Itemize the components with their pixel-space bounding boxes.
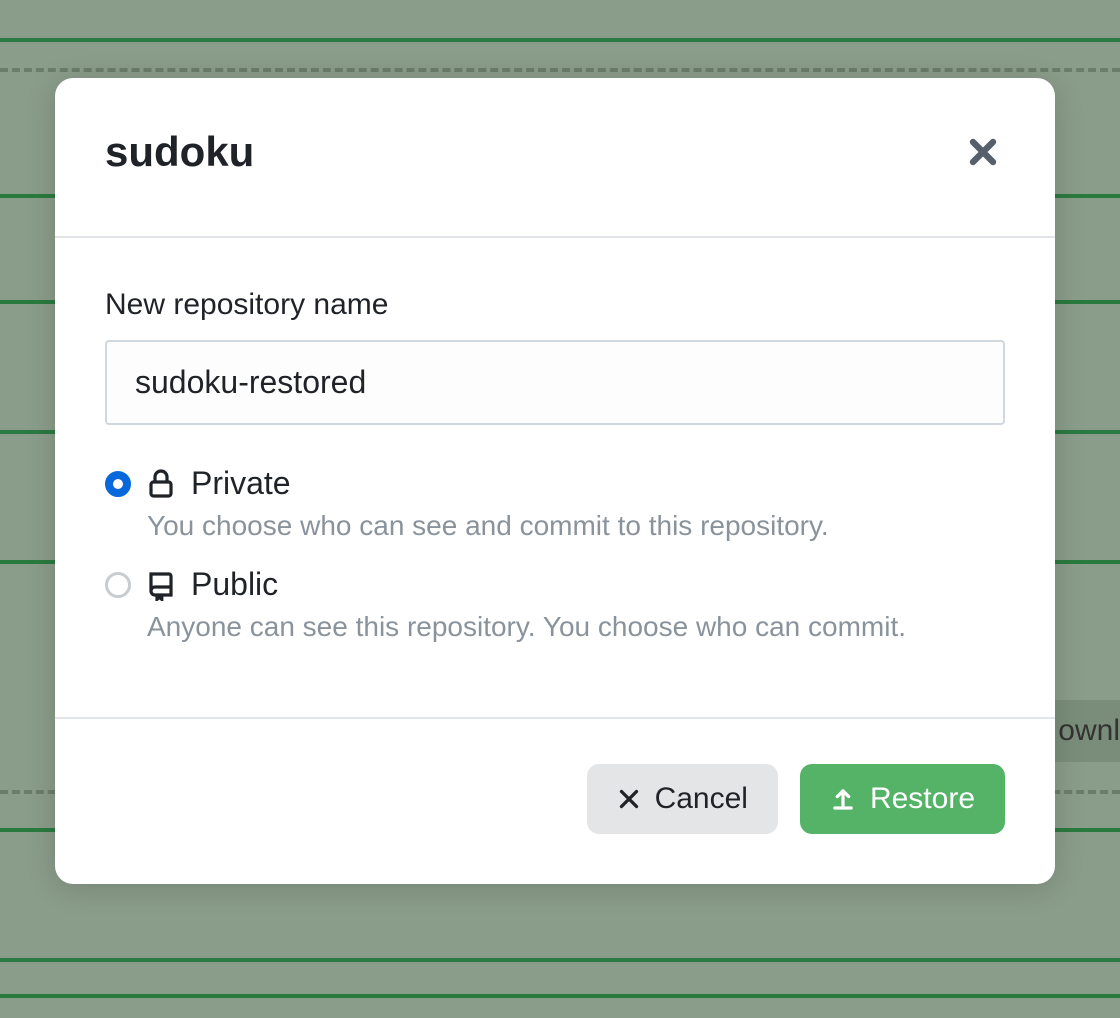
visibility-radio-group: Private You choose who can see and commi… (105, 465, 1005, 643)
cancel-button[interactable]: Cancel (587, 764, 778, 834)
modal-footer: Cancel Restore (55, 719, 1055, 884)
repo-icon (145, 569, 177, 601)
close-button[interactable] (961, 130, 1005, 174)
repo-name-label: New repository name (105, 288, 1005, 322)
x-icon (617, 787, 641, 811)
public-label: Public (191, 566, 278, 603)
close-icon (967, 136, 999, 168)
public-description: Anyone can see this repository. You choo… (147, 611, 1005, 643)
cancel-label: Cancel (655, 782, 748, 816)
repo-name-input[interactable] (105, 340, 1005, 425)
restore-label: Restore (870, 782, 975, 816)
radio-public[interactable] (105, 572, 131, 598)
visibility-option-private[interactable]: Private (105, 465, 1005, 502)
restore-button[interactable]: Restore (800, 764, 1005, 834)
private-label: Private (191, 465, 291, 502)
modal-header: sudoku (55, 78, 1055, 238)
upload-icon (830, 786, 856, 812)
radio-private[interactable] (105, 471, 131, 497)
restore-repo-modal: sudoku New repository name Privat (55, 78, 1055, 884)
modal-title: sudoku (105, 128, 254, 176)
private-description: You choose who can see and commit to thi… (147, 510, 1005, 542)
visibility-option-public[interactable]: Public (105, 566, 1005, 603)
modal-body: New repository name Private You choose w… (55, 238, 1055, 719)
lock-icon (145, 468, 177, 500)
